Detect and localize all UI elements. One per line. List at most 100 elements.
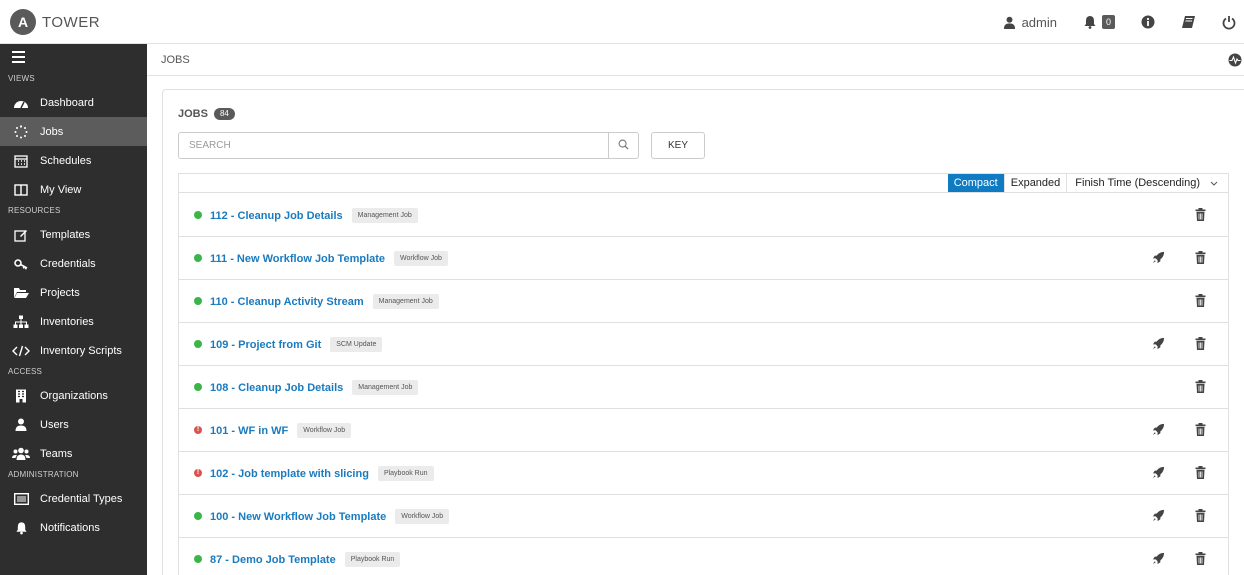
user-menu[interactable]: admin — [1003, 15, 1057, 30]
job-name: 100 - New Workflow Job Template — [210, 510, 387, 523]
status-success-icon[interactable] — [194, 297, 202, 305]
bell-icon — [1083, 15, 1097, 29]
job-type-badge: SCM Update — [330, 337, 383, 352]
delete-trash-icon[interactable] — [1195, 509, 1206, 527]
activity-stream-icon[interactable] — [1228, 53, 1242, 72]
username: admin — [1021, 14, 1057, 30]
table-row: 108 - Cleanup Job Details Management Job — [179, 366, 1228, 409]
top-header: A TOWER admin 0 — [0, 0, 1244, 44]
job-name-link[interactable]: 109 - Project from Git SCM Update — [210, 337, 383, 352]
sidebar-item-templates[interactable]: Templates — [0, 220, 147, 249]
sidebar-item-label: Jobs — [40, 125, 64, 138]
sidebar-item-schedules[interactable]: Schedules — [0, 146, 147, 175]
delete-trash-icon[interactable] — [1195, 208, 1206, 226]
brand[interactable]: A TOWER — [10, 9, 100, 35]
search-button[interactable] — [608, 133, 638, 158]
notification-count: 0 — [1101, 15, 1115, 29]
sidebar-item-label: Notifications — [40, 521, 100, 534]
status-success-icon[interactable] — [194, 383, 202, 391]
relaunch-rocket-icon[interactable] — [1152, 466, 1165, 484]
delete-trash-icon[interactable] — [1195, 466, 1206, 484]
sidebar-item-credentials[interactable]: Credentials — [0, 249, 147, 278]
job-name-link[interactable]: 108 - Cleanup Job Details Management Job — [210, 380, 419, 395]
sidebar-item-notifications[interactable]: Notifications — [0, 513, 147, 542]
list-alt-icon — [12, 492, 30, 506]
user-icon — [12, 418, 30, 432]
sidebar-item-projects[interactable]: Projects — [0, 278, 147, 307]
sidebar-item-inventory-scripts[interactable]: Inventory Scripts — [0, 336, 147, 365]
sidebar-item-inventories[interactable]: Inventories — [0, 307, 147, 336]
section-label-administration: ADMINISTRATION — [8, 470, 79, 479]
sidebar-item-label: Dashboard — [40, 96, 94, 109]
expanded-view-button[interactable]: Expanded — [1003, 174, 1067, 192]
status-success-icon[interactable] — [194, 555, 202, 563]
table-row: 110 - Cleanup Activity Stream Management … — [179, 280, 1228, 323]
relaunch-rocket-icon[interactable] — [1152, 552, 1165, 570]
job-name: 109 - Project from Git — [210, 338, 322, 351]
table-row: ! 102 - Job template with slicing Playbook… — [179, 452, 1228, 495]
logout-button[interactable] — [1222, 15, 1236, 30]
job-name-link[interactable]: 111 - New Workflow Job Template Workflow … — [210, 251, 448, 266]
panel-title-text: JOBS — [178, 108, 208, 120]
job-name-link[interactable]: 110 - Cleanup Activity Stream Management … — [210, 294, 439, 309]
delete-trash-icon[interactable] — [1195, 423, 1206, 441]
sidebar-item-label: Organizations — [40, 389, 108, 402]
job-type-badge: Workflow Job — [395, 509, 450, 524]
job-name-link[interactable]: 100 - New Workflow Job Template Workflow … — [210, 509, 450, 524]
sidebar-item-organizations[interactable]: Organizations — [0, 381, 147, 410]
breadcrumb: JOBS — [147, 44, 1244, 76]
sidebar-item-label: Users — [40, 418, 69, 431]
relaunch-rocket-icon[interactable] — [1152, 337, 1165, 355]
job-type-badge: Workflow Job — [297, 423, 352, 438]
tower-logo: A — [10, 9, 36, 35]
job-name-link[interactable]: 87 - Demo Job Template Playbook Run — [210, 552, 401, 567]
job-type-badge: Playbook Run — [377, 466, 434, 481]
job-type-badge: Workflow Job — [394, 251, 448, 266]
status-success-icon[interactable] — [194, 211, 202, 219]
users-icon — [12, 447, 30, 461]
job-name-link[interactable]: 112 - Cleanup Job Details Management Job — [210, 208, 418, 223]
documentation-button[interactable] — [1181, 15, 1196, 29]
list-toolbar: Compact Expanded Finish Time (Descending… — [179, 174, 1228, 193]
delete-trash-icon[interactable] — [1195, 380, 1206, 398]
key-button[interactable]: KEY — [651, 132, 705, 159]
status-success-icon[interactable] — [194, 340, 202, 348]
relaunch-rocket-icon[interactable] — [1152, 423, 1165, 441]
status-success-icon[interactable] — [194, 254, 202, 262]
sidebar-item-my-view[interactable]: My View — [0, 175, 147, 204]
folder-open-icon — [12, 286, 30, 300]
sidebar-item-label: Teams — [40, 447, 73, 460]
job-name: 110 - Cleanup Activity Stream — [210, 295, 364, 308]
table-row: 109 - Project from Git SCM Update — [179, 323, 1228, 366]
sidebar-item-teams[interactable]: Teams — [0, 439, 147, 468]
status-failed-icon[interactable]: ! — [194, 426, 202, 434]
about-button[interactable] — [1141, 15, 1155, 29]
delete-trash-icon[interactable] — [1195, 337, 1206, 355]
sidebar: VIEWS Dashboard Jobs Schedules My View R… — [0, 44, 147, 575]
sitemap-icon — [12, 315, 30, 329]
job-name-link[interactable]: 101 - WF in WF Workflow Job — [210, 423, 352, 438]
table-row: 111 - New Workflow Job Template Workflow … — [179, 237, 1228, 280]
relaunch-rocket-icon[interactable] — [1152, 251, 1165, 269]
sidebar-item-users[interactable]: Users — [0, 410, 147, 439]
job-name-link[interactable]: 102 - Job template with slicing Playbook … — [210, 466, 434, 481]
table-row: 100 - New Workflow Job Template Workflow … — [179, 495, 1228, 538]
sidebar-item-credential-types[interactable]: Credential Types — [0, 484, 147, 513]
book-icon — [1181, 15, 1196, 29]
search-input[interactable] — [179, 133, 609, 158]
sidebar-item-label: Inventories — [40, 315, 94, 328]
delete-trash-icon[interactable] — [1195, 552, 1206, 570]
status-failed-icon[interactable]: ! — [194, 469, 202, 477]
notifications-button[interactable]: 0 — [1083, 15, 1115, 29]
sidebar-item-jobs[interactable]: Jobs — [0, 117, 147, 146]
status-success-icon[interactable] — [194, 512, 202, 520]
sort-select[interactable]: Finish Time (Descending) — [1066, 174, 1228, 192]
compact-view-button[interactable]: Compact — [947, 174, 1004, 192]
delete-trash-icon[interactable] — [1195, 251, 1206, 269]
job-type-badge: Management Job — [352, 380, 419, 395]
breadcrumb-current: JOBS — [161, 54, 190, 66]
menu-toggle-icon[interactable] — [0, 44, 147, 72]
delete-trash-icon[interactable] — [1195, 294, 1206, 312]
relaunch-rocket-icon[interactable] — [1152, 509, 1165, 527]
sidebar-item-dashboard[interactable]: Dashboard — [0, 88, 147, 117]
